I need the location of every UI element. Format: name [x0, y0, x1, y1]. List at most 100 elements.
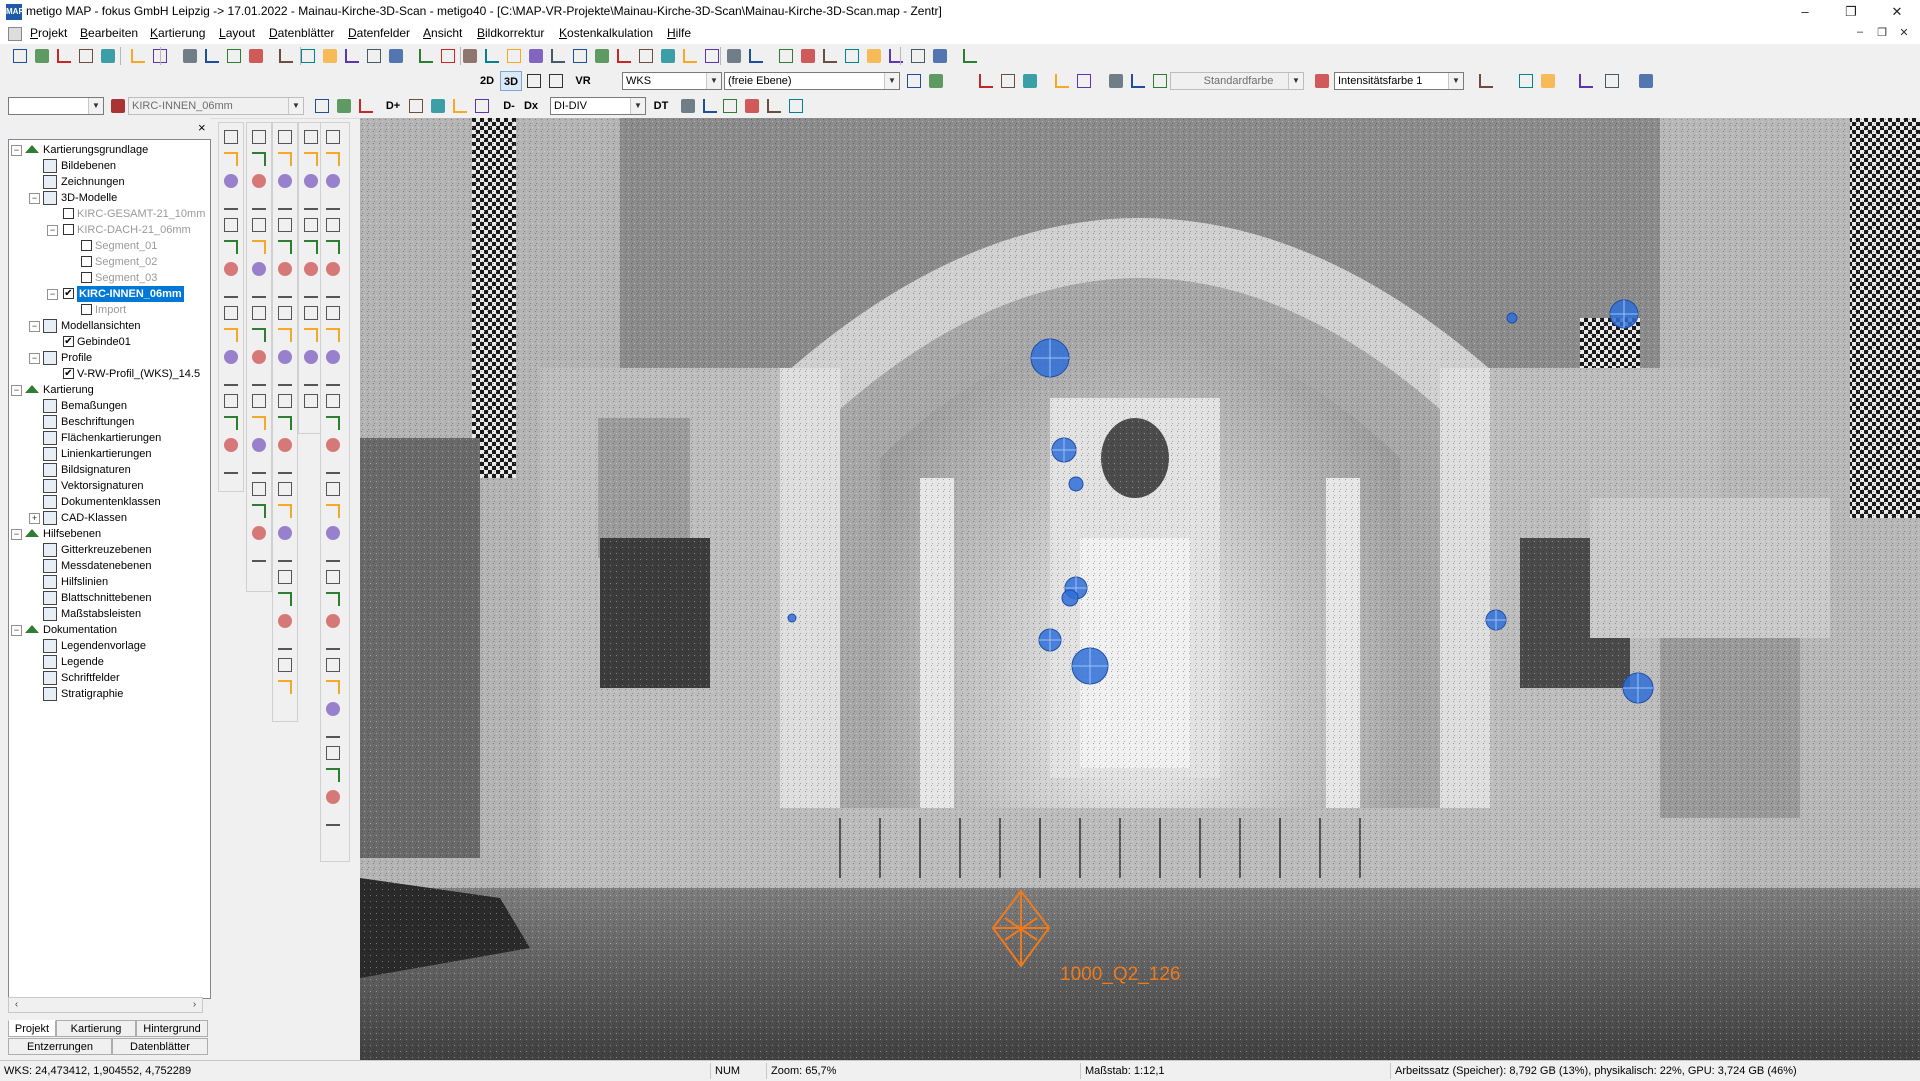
- scan-target-sphere-icon[interactable]: [1071, 647, 1109, 685]
- draw-tool-23[interactable]: [323, 611, 343, 631]
- layer-select[interactable]: ▼: [8, 97, 104, 115]
- geometry-tool-13[interactable]: [249, 391, 269, 411]
- geometry-tool-10[interactable]: [249, 325, 269, 345]
- tree-item[interactable]: Zeichnungen: [9, 174, 209, 190]
- di-delete-button[interactable]: [764, 96, 784, 116]
- scroll-right-icon[interactable]: ›: [187, 998, 202, 1012]
- construction-tool-24[interactable]: [275, 633, 295, 653]
- datasheet-button[interactable]: [724, 46, 744, 66]
- tree-item[interactable]: Vektorsignaturen: [9, 478, 209, 494]
- mdi-restore-button[interactable]: ❐: [1872, 26, 1892, 42]
- tree-checkbox[interactable]: [63, 224, 74, 235]
- legend-button[interactable]: [746, 46, 766, 66]
- tree-item[interactable]: − Kartierung: [9, 382, 209, 398]
- construction-tool-26[interactable]: [275, 677, 295, 697]
- tree-item[interactable]: Beschriftungen: [9, 414, 209, 430]
- tree-item[interactable]: Flächenkartierungen: [9, 430, 209, 446]
- tree-item[interactable]: ✔ Gebinde01: [9, 334, 209, 350]
- light-toggle-button[interactable]: [1052, 71, 1072, 91]
- tree-checkbox[interactable]: [81, 304, 92, 315]
- layer-visible-button[interactable]: [356, 96, 376, 116]
- tree-checkbox[interactable]: [81, 256, 92, 267]
- draw-tool-18[interactable]: [323, 501, 343, 521]
- draw-tool-7[interactable]: [323, 259, 343, 279]
- scan-target-sphere-icon[interactable]: [1609, 299, 1639, 329]
- tree-item[interactable]: Segment_02: [9, 254, 209, 270]
- tree-item[interactable]: Maßstabsleisten: [9, 606, 209, 622]
- tree-checkbox[interactable]: ✔: [63, 336, 74, 347]
- zoom-previous-button[interactable]: [864, 46, 884, 66]
- view-top-button[interactable]: [1538, 71, 1558, 91]
- scan-target-sphere-icon[interactable]: [787, 613, 797, 623]
- crop-box-button[interactable]: [998, 71, 1018, 91]
- construction-tool-12[interactable]: [275, 369, 295, 389]
- geometry-tool-19[interactable]: [249, 523, 269, 543]
- draw-tool-4[interactable]: [323, 193, 343, 213]
- expand-icon[interactable]: +: [29, 513, 40, 524]
- tree-item[interactable]: Linienkartierungen: [9, 446, 209, 462]
- construction-tool-1[interactable]: [275, 127, 295, 147]
- scan-target-sphere-icon[interactable]: [1061, 589, 1079, 607]
- construction-tool-2[interactable]: [275, 149, 295, 169]
- tab-entzerrungen[interactable]: Entzerrungen: [8, 1038, 112, 1055]
- tab-kartierung[interactable]: Kartierung: [56, 1020, 136, 1037]
- geometry-tool-9[interactable]: [249, 303, 269, 323]
- close-button[interactable]: ✕: [1874, 0, 1920, 24]
- text-tool-button[interactable]: [526, 46, 546, 66]
- draw-tool-31[interactable]: [323, 787, 343, 807]
- menu-kartierung[interactable]: Kartierung: [150, 26, 205, 40]
- tree-item[interactable]: − Dokumentation: [9, 622, 209, 638]
- geometry-tool-17[interactable]: [249, 479, 269, 499]
- dt-button[interactable]: DT: [650, 96, 672, 116]
- mirror-tool-button[interactable]: [680, 46, 700, 66]
- zoom-in-button[interactable]: [776, 46, 796, 66]
- view-tool-10[interactable]: [301, 325, 321, 345]
- di-info-button[interactable]: [786, 96, 806, 116]
- stereo-view-icon[interactable]: [524, 71, 544, 91]
- view-tool-13[interactable]: [301, 391, 321, 411]
- tree-item[interactable]: ✔ V-RW-Profil_(WKS)_14.5: [9, 366, 209, 382]
- view-side-button[interactable]: [1602, 71, 1622, 91]
- edit-tool-6[interactable]: [221, 237, 241, 257]
- zoom-window-button[interactable]: [820, 46, 840, 66]
- tab-datenblaetter[interactable]: Datenblätter: [112, 1038, 208, 1055]
- tree-item[interactable]: − Modellansichten: [9, 318, 209, 334]
- tree-item[interactable]: Messdatenebenen: [9, 558, 209, 574]
- tree-horizontal-scrollbar[interactable]: ‹ ›: [8, 997, 203, 1013]
- di-lock-button[interactable]: [700, 96, 720, 116]
- model-select[interactable]: KIRC-INNEN_06mm ▼: [128, 97, 304, 115]
- panel-close-icon[interactable]: ×: [198, 120, 206, 135]
- tree-checkbox[interactable]: [81, 272, 92, 283]
- grid-button[interactable]: [386, 46, 406, 66]
- menu-hilfe[interactable]: Hilfe: [667, 26, 691, 40]
- edit-tool-2[interactable]: [221, 149, 241, 169]
- draw-tool-11[interactable]: [323, 347, 343, 367]
- construction-tool-19[interactable]: [275, 523, 295, 543]
- collapse-icon[interactable]: −: [11, 625, 22, 636]
- menu-ansicht[interactable]: Ansicht: [423, 26, 462, 40]
- di-toggle-3-button[interactable]: [450, 96, 470, 116]
- view-tool-12[interactable]: [301, 369, 321, 389]
- tree-item[interactable]: Hilfslinien: [9, 574, 209, 590]
- print-button[interactable]: [98, 46, 118, 66]
- color-mode-select[interactable]: Standardfarbe ▼: [1170, 72, 1304, 90]
- view-tool-8[interactable]: [301, 281, 321, 301]
- edit-tool-9[interactable]: [221, 303, 241, 323]
- di-toggle-1-button[interactable]: [406, 96, 426, 116]
- scale-tool-button[interactable]: [658, 46, 678, 66]
- circle-tool-button[interactable]: [504, 46, 524, 66]
- menu-bearbeiten[interactable]: Bearbeiten: [80, 26, 138, 40]
- edit-tool-13[interactable]: [221, 391, 241, 411]
- mode-3d-button[interactable]: 3D: [500, 71, 522, 91]
- measure-tool-button[interactable]: [570, 46, 590, 66]
- edit-tool-16[interactable]: [221, 457, 241, 477]
- menu-datenfelder[interactable]: Datenfelder: [348, 26, 410, 40]
- point-cloud-viewport[interactable]: 1000_Q2_126: [360, 118, 1920, 1060]
- di-plus-button[interactable]: D+: [382, 96, 404, 116]
- draw-tool-21[interactable]: [323, 567, 343, 587]
- sync-view-button[interactable]: [1636, 71, 1656, 91]
- collapse-icon[interactable]: −: [29, 353, 40, 364]
- new-file-button[interactable]: [10, 46, 30, 66]
- tree-checkbox[interactable]: [63, 208, 74, 219]
- tree-checkbox[interactable]: [81, 240, 92, 251]
